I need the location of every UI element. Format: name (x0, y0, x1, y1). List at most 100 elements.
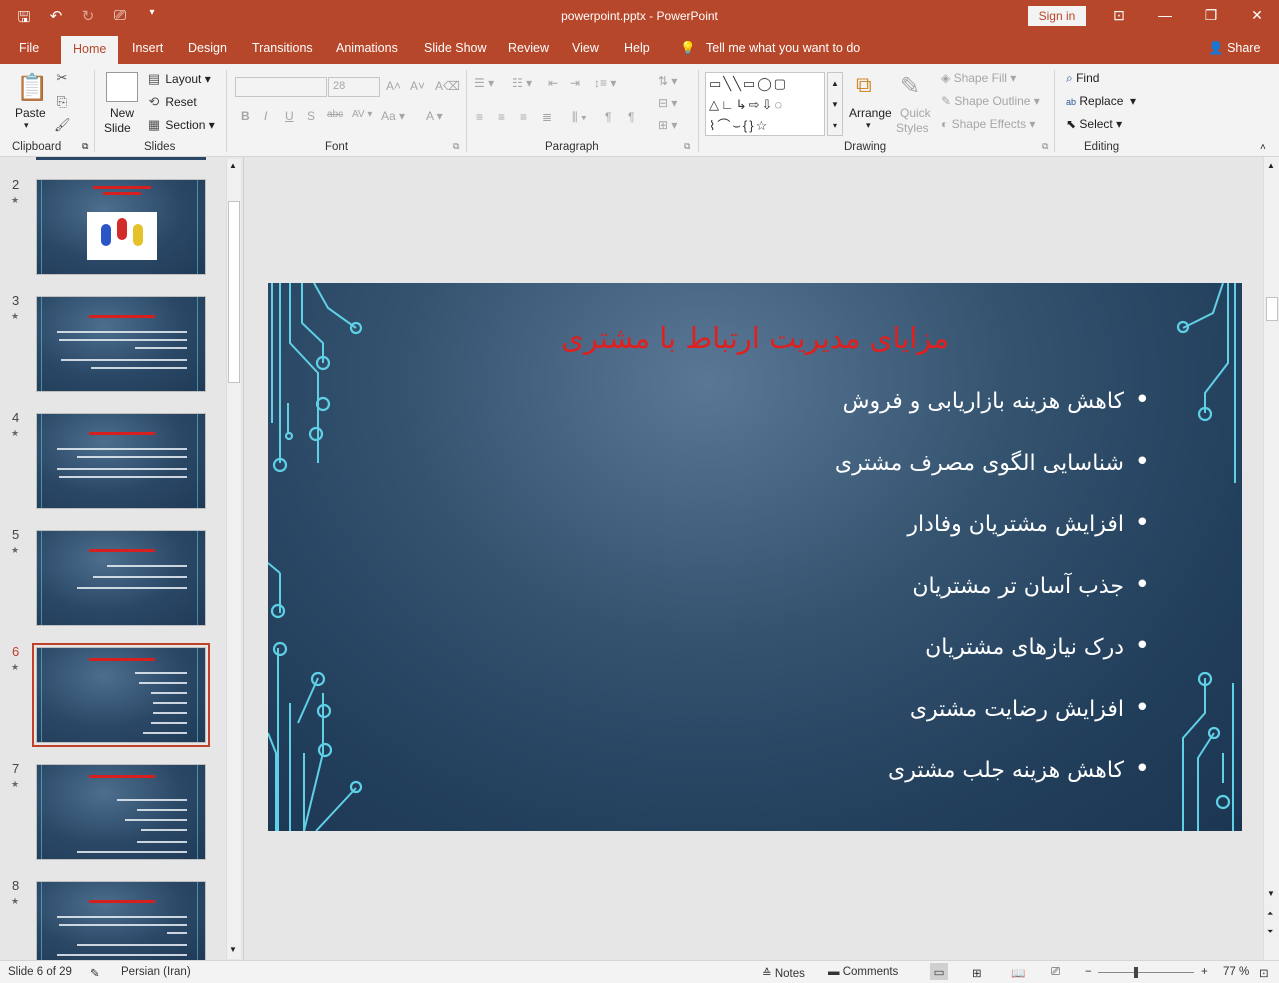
align-right-icon[interactable]: ≡ (520, 110, 527, 124)
bullet-item[interactable]: کاهش هزینه بازاریابی و فروش (544, 385, 1150, 451)
zoom-slider[interactable] (1098, 972, 1194, 973)
format-painter-icon[interactable]: 🖌 (54, 117, 71, 133)
slide-thumbnail-7[interactable] (36, 764, 206, 860)
columns-icon[interactable]: ⫼ ▾ (572, 110, 587, 125)
replace-button[interactable]: ab Replace ▾ (1066, 94, 1136, 108)
bullet-item[interactable]: کاهش هزینه جلب مشتری (544, 754, 1150, 820)
quick-styles-label-1[interactable]: Quick (900, 106, 931, 120)
tell-me-box[interactable]: 💡 Tell me what you want to do (680, 41, 860, 56)
drawing-launcher-icon[interactable]: ⧉ (1042, 141, 1048, 152)
language-indicator[interactable]: Persian (Iran) (121, 966, 191, 978)
new-slide-label-2[interactable]: Slide (104, 121, 131, 135)
fit-to-window-icon[interactable]: ⊡ (1259, 966, 1269, 980)
tab-review[interactable]: Review (508, 41, 549, 55)
font-size-dropdown[interactable]: 28 (328, 77, 380, 97)
tab-home[interactable]: Home (61, 36, 119, 66)
align-text-icon[interactable]: ⊟ ▾ (658, 96, 677, 110)
change-case-icon[interactable]: Aa ▾ (381, 109, 405, 123)
paragraph-launcher-icon[interactable]: ⧉ (684, 141, 690, 152)
rtl-icon[interactable]: ¶ (605, 110, 611, 124)
bullet-item[interactable]: افزایش رضایت مشتری (544, 693, 1150, 759)
slide-scrollbar[interactable]: ▲ ▼ ⏶ ⏷ (1263, 157, 1279, 960)
quick-styles-label-2[interactable]: Styles (896, 121, 929, 135)
shadow-icon[interactable]: S (307, 109, 315, 123)
clear-format-icon[interactable]: A⌫ (435, 79, 460, 93)
quick-styles-icon[interactable]: ✎ (900, 72, 930, 102)
slide-thumbnail-2[interactable]: ​ (36, 179, 206, 275)
scrollbar-thumb[interactable] (1266, 297, 1278, 321)
tab-design[interactable]: Design (188, 41, 227, 55)
comments-button[interactable]: ▬ Comments (828, 966, 898, 978)
thumbnails-scrollbar[interactable]: ▲ ▼ (226, 159, 241, 959)
slide-thumbnail-5[interactable] (36, 530, 206, 626)
bullets-icon[interactable]: ☰ ▾ (474, 76, 494, 90)
shapes-scroll[interactable]: ▲ ▼ ▾ (827, 72, 843, 136)
slide-thumbnail-8[interactable] (36, 881, 206, 960)
scrollbar-thumb[interactable] (228, 201, 240, 383)
bold-icon[interactable]: B (241, 109, 250, 123)
scroll-down-icon[interactable]: ▼ (1267, 889, 1275, 898)
find-button[interactable]: ⌕ Find (1066, 71, 1099, 86)
cut-icon[interactable]: ✂ (54, 70, 70, 86)
bullet-item[interactable]: درک نیازهای مشتریان (544, 631, 1150, 697)
paste-dropdown-icon[interactable]: ▾ (24, 120, 29, 131)
notes-button[interactable]: ≙ Notes (762, 966, 805, 980)
bullet-item[interactable]: شناسایی الگوی مصرف مشتری (544, 447, 1150, 513)
zoom-slider-thumb[interactable] (1134, 967, 1138, 978)
font-name-dropdown[interactable] (235, 77, 327, 97)
sign-in-button[interactable]: Sign in (1028, 6, 1086, 26)
italic-icon[interactable]: I (264, 109, 267, 123)
zoom-level[interactable]: 77 % (1223, 966, 1249, 978)
smartart-icon[interactable]: ⊞ ▾ (658, 118, 677, 132)
increase-indent-icon[interactable]: ⇥ (570, 76, 580, 90)
tab-view[interactable]: View (572, 41, 599, 55)
select-button[interactable]: ⬉ Select ▾ (1066, 117, 1122, 131)
current-slide[interactable]: مزایای مدیریت ارتباط با مشتری کاهش هزینه… (268, 283, 1242, 831)
align-center-icon[interactable]: ≡ (498, 110, 505, 124)
zoom-out-button[interactable]: − (1085, 966, 1092, 978)
slide-thumbnail-6[interactable] (32, 643, 210, 747)
slide-sorter-icon[interactable]: ⊞ (972, 966, 982, 980)
tab-insert[interactable]: Insert (132, 41, 163, 55)
shrink-font-icon[interactable]: A˅ (410, 79, 425, 93)
slide-thumbnail-4[interactable] (36, 413, 206, 509)
reset-button[interactable]: ⟲ Reset (146, 94, 197, 110)
previous-slide-icon[interactable]: ⏶ (1267, 909, 1273, 919)
slide-thumbnail-3[interactable] (36, 296, 206, 392)
reading-view-icon[interactable]: 📖 (1011, 966, 1025, 980)
arrange-icon[interactable]: ⧉ (856, 72, 884, 100)
tab-help[interactable]: Help (624, 41, 650, 55)
minimize-icon[interactable]: — (1150, 7, 1180, 23)
scroll-up-icon[interactable]: ▲ (1267, 161, 1275, 170)
justify-icon[interactable]: ≣ (542, 110, 552, 124)
collapse-ribbon-icon[interactable]: ˄ (1260, 142, 1266, 153)
slide-title[interactable]: مزایای مدیریت ارتباط با مشتری (268, 321, 1242, 355)
zoom-in-button[interactable]: + (1201, 966, 1208, 978)
underline-icon[interactable]: U (285, 109, 294, 123)
new-slide-icon[interactable] (106, 72, 138, 102)
section-button[interactable]: ▦ Section ▾ (146, 117, 215, 133)
scroll-up-icon[interactable]: ▲ (229, 161, 237, 170)
font-launcher-icon[interactable]: ⧉ (453, 141, 459, 152)
slideshow-icon[interactable]: ⎚ (1051, 966, 1060, 979)
strikethrough-icon[interactable]: abc (327, 109, 343, 120)
clipboard-launcher-icon[interactable]: ⧉ (82, 141, 88, 152)
normal-view-icon[interactable]: ▭ (930, 963, 948, 980)
scroll-down-icon[interactable]: ▼ (229, 945, 237, 954)
ltr-icon[interactable]: ¶ (628, 110, 634, 124)
text-direction-icon[interactable]: ⇅ ▾ (658, 74, 677, 88)
next-slide-icon[interactable]: ⏷ (1267, 927, 1273, 937)
shape-outline-button[interactable]: ✎ Shape Outline ▾ (941, 94, 1040, 108)
tab-file[interactable]: File (19, 41, 39, 55)
char-spacing-icon[interactable]: AV ▾ (352, 109, 372, 120)
share-button[interactable]: 👤 Share (1208, 41, 1260, 56)
grow-font-icon[interactable]: A˄ (386, 79, 401, 93)
line-spacing-icon[interactable]: ↕≡ ▾ (594, 76, 616, 90)
tab-slideshow[interactable]: Slide Show (424, 41, 487, 55)
arrange-button[interactable]: Arrange (849, 106, 892, 120)
layout-button[interactable]: ▤ Layout ▾ (146, 71, 211, 87)
font-color-icon[interactable]: A ▾ (426, 109, 443, 123)
spelling-icon[interactable]: ✎ (90, 966, 100, 980)
restore-icon[interactable]: ❐ (1196, 7, 1226, 24)
paste-button[interactable]: Paste (15, 106, 46, 120)
